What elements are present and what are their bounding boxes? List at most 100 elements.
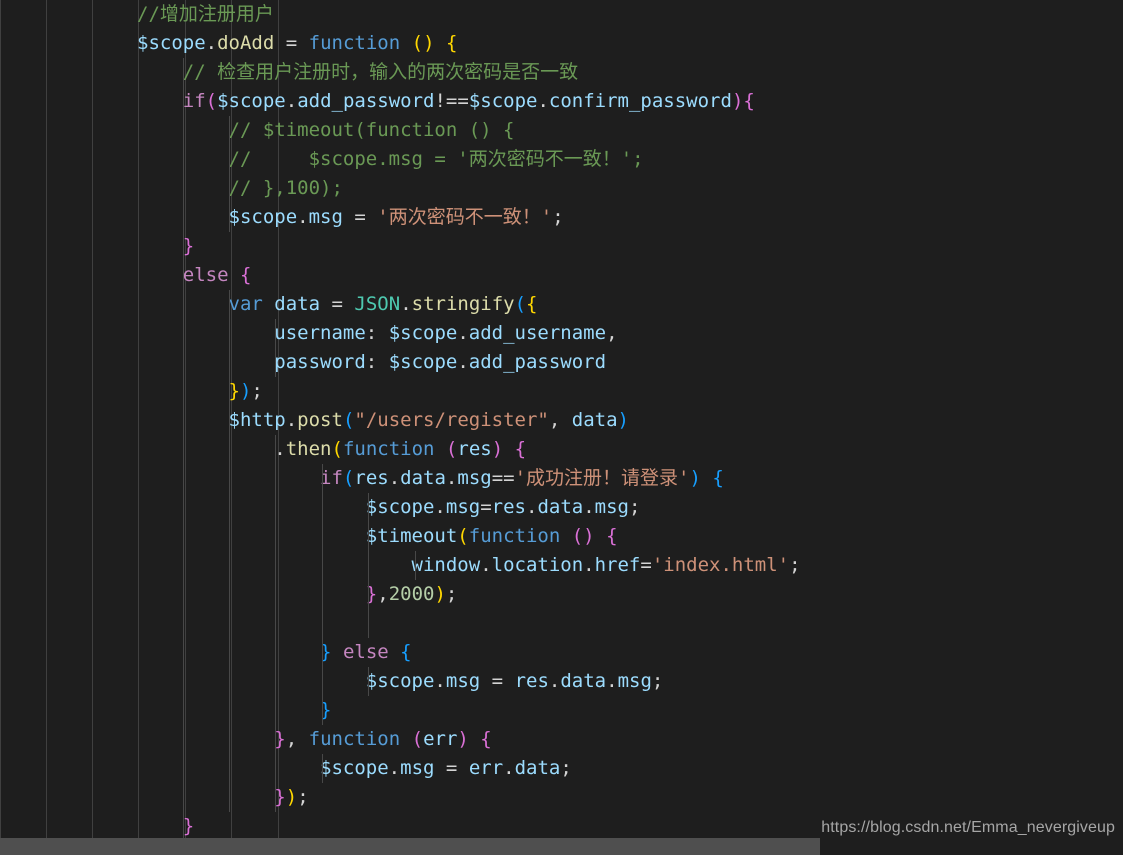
code-line[interactable]: $timeout(function () { <box>0 522 1123 551</box>
code-content[interactable]: //增加注册用户 $scope.doAdd = function () { // … <box>0 0 1123 855</box>
code-token: . <box>285 90 298 112</box>
code-token: data <box>274 293 321 315</box>
code-line[interactable]: password: $scope.add_password <box>0 348 1123 377</box>
code-token: data <box>514 757 561 779</box>
code-line[interactable]: $scope.msg=res.data.msg; <box>0 493 1123 522</box>
line-indent-guide <box>275 725 276 754</box>
code-line[interactable]: username: $scope.add_username, <box>0 319 1123 348</box>
code-token: . <box>480 554 492 576</box>
code-line[interactable]: else { <box>0 261 1123 290</box>
code-token: $scope <box>388 351 458 373</box>
code-line[interactable]: window.location.href='index.html'; <box>0 551 1123 580</box>
horizontal-scrollbar-thumb[interactable] <box>0 838 820 855</box>
code-token: { <box>526 293 538 315</box>
line-indent-guide <box>183 638 184 667</box>
code-token: ) <box>583 525 595 547</box>
line-indent-guide <box>275 696 276 725</box>
code-token: ( <box>342 409 355 431</box>
code-line[interactable]: } <box>0 696 1123 725</box>
code-line[interactable]: $scope.doAdd = function () { <box>0 29 1123 58</box>
code-line[interactable]: } else { <box>0 638 1123 667</box>
code-line[interactable]: }); <box>0 377 1123 406</box>
code-line[interactable]: },2000); <box>0 580 1123 609</box>
code-editor-viewport[interactable]: //增加注册用户 $scope.doAdd = function () { // … <box>0 0 1123 855</box>
code-token: function <box>468 525 561 547</box>
line-indent-guide <box>183 319 184 348</box>
code-token: . <box>583 496 595 518</box>
code-token: data <box>400 467 446 489</box>
code-token: msg <box>445 496 481 518</box>
line-indent-guide <box>183 145 184 174</box>
code-token: . <box>285 409 298 431</box>
code-token: $scope <box>388 322 458 344</box>
code-token: = <box>285 32 298 54</box>
line-indent-guide <box>183 783 184 812</box>
line-indent-guide <box>229 290 230 319</box>
horizontal-scrollbar[interactable] <box>0 838 1123 855</box>
line-indent-guide <box>229 203 230 232</box>
code-token: stringify <box>411 293 515 315</box>
code-token: ) <box>434 583 446 605</box>
line-indent-guide <box>183 174 184 203</box>
csdn-watermark: https://blog.csdn.net/Emma_nevergiveup <box>821 819 1115 836</box>
code-token: var <box>228 293 263 315</box>
code-line[interactable]: // $timeout(function () { <box>0 116 1123 145</box>
code-line[interactable]: if($scope.add_password!==$scope.confirm_… <box>0 87 1123 116</box>
code-line[interactable]: //增加注册用户 <box>0 0 1123 29</box>
code-token: ; <box>651 670 664 692</box>
code-line[interactable]: // },100); <box>0 174 1123 203</box>
code-line[interactable]: $http.post("/users/register", data) <box>0 406 1123 435</box>
code-token: } <box>228 380 240 402</box>
code-line[interactable]: // 检查用户注册时，输入的两次密码是否一致 <box>0 58 1123 87</box>
code-token: $scope <box>320 757 389 779</box>
code-token: if <box>320 467 343 489</box>
code-line[interactable]: } <box>0 232 1123 261</box>
line-indent-guide <box>229 667 230 696</box>
code-token: ; <box>552 206 564 228</box>
code-token: // $scope.msg = '两次密码不一致！'; <box>228 148 644 170</box>
code-token: { <box>239 264 252 286</box>
code-token: ; <box>297 786 309 808</box>
code-token: add_password <box>297 90 435 112</box>
code-line[interactable]: $scope.msg = '两次密码不一致！'; <box>0 203 1123 232</box>
code-token: = <box>491 670 504 692</box>
code-token: msg <box>594 496 629 518</box>
line-indent-guide <box>229 783 230 812</box>
code-token: res <box>491 496 526 518</box>
code-token: { <box>400 641 412 663</box>
code-line[interactable] <box>0 609 1123 638</box>
code-line[interactable]: }, function (err) { <box>0 725 1123 754</box>
code-token: 'index.html' <box>651 554 790 576</box>
line-indent-guide <box>229 638 230 667</box>
line-indent-guide <box>183 551 184 580</box>
code-token: err <box>468 757 504 779</box>
code-line[interactable]: $scope.msg = res.data.msg; <box>0 667 1123 696</box>
code-line[interactable]: var data = JSON.stringify({ <box>0 290 1123 319</box>
line-indent-guide <box>368 667 369 696</box>
line-indent-guide <box>275 319 276 348</box>
code-token: ( <box>445 438 458 460</box>
code-token: = <box>640 554 652 576</box>
code-line[interactable]: // $scope.msg = '两次密码不一致！'; <box>0 145 1123 174</box>
line-indent-guide <box>183 116 184 145</box>
code-token: //增加注册用户 <box>137 3 274 25</box>
code-line[interactable]: $scope.msg = err.data; <box>0 754 1123 783</box>
code-line[interactable]: }); <box>0 783 1123 812</box>
code-token: . <box>205 32 218 54</box>
code-token: // },100); <box>228 177 343 199</box>
code-token: . <box>457 322 469 344</box>
code-line[interactable]: .then(function (res) { <box>0 435 1123 464</box>
line-indent-guide <box>229 754 230 783</box>
line-indent-guide <box>229 551 230 580</box>
code-token: . <box>503 757 515 779</box>
line-indent-guide <box>183 522 184 551</box>
code-token: $scope <box>468 90 538 112</box>
code-line[interactable]: if(res.data.msg=='成功注册！请登录') { <box>0 464 1123 493</box>
